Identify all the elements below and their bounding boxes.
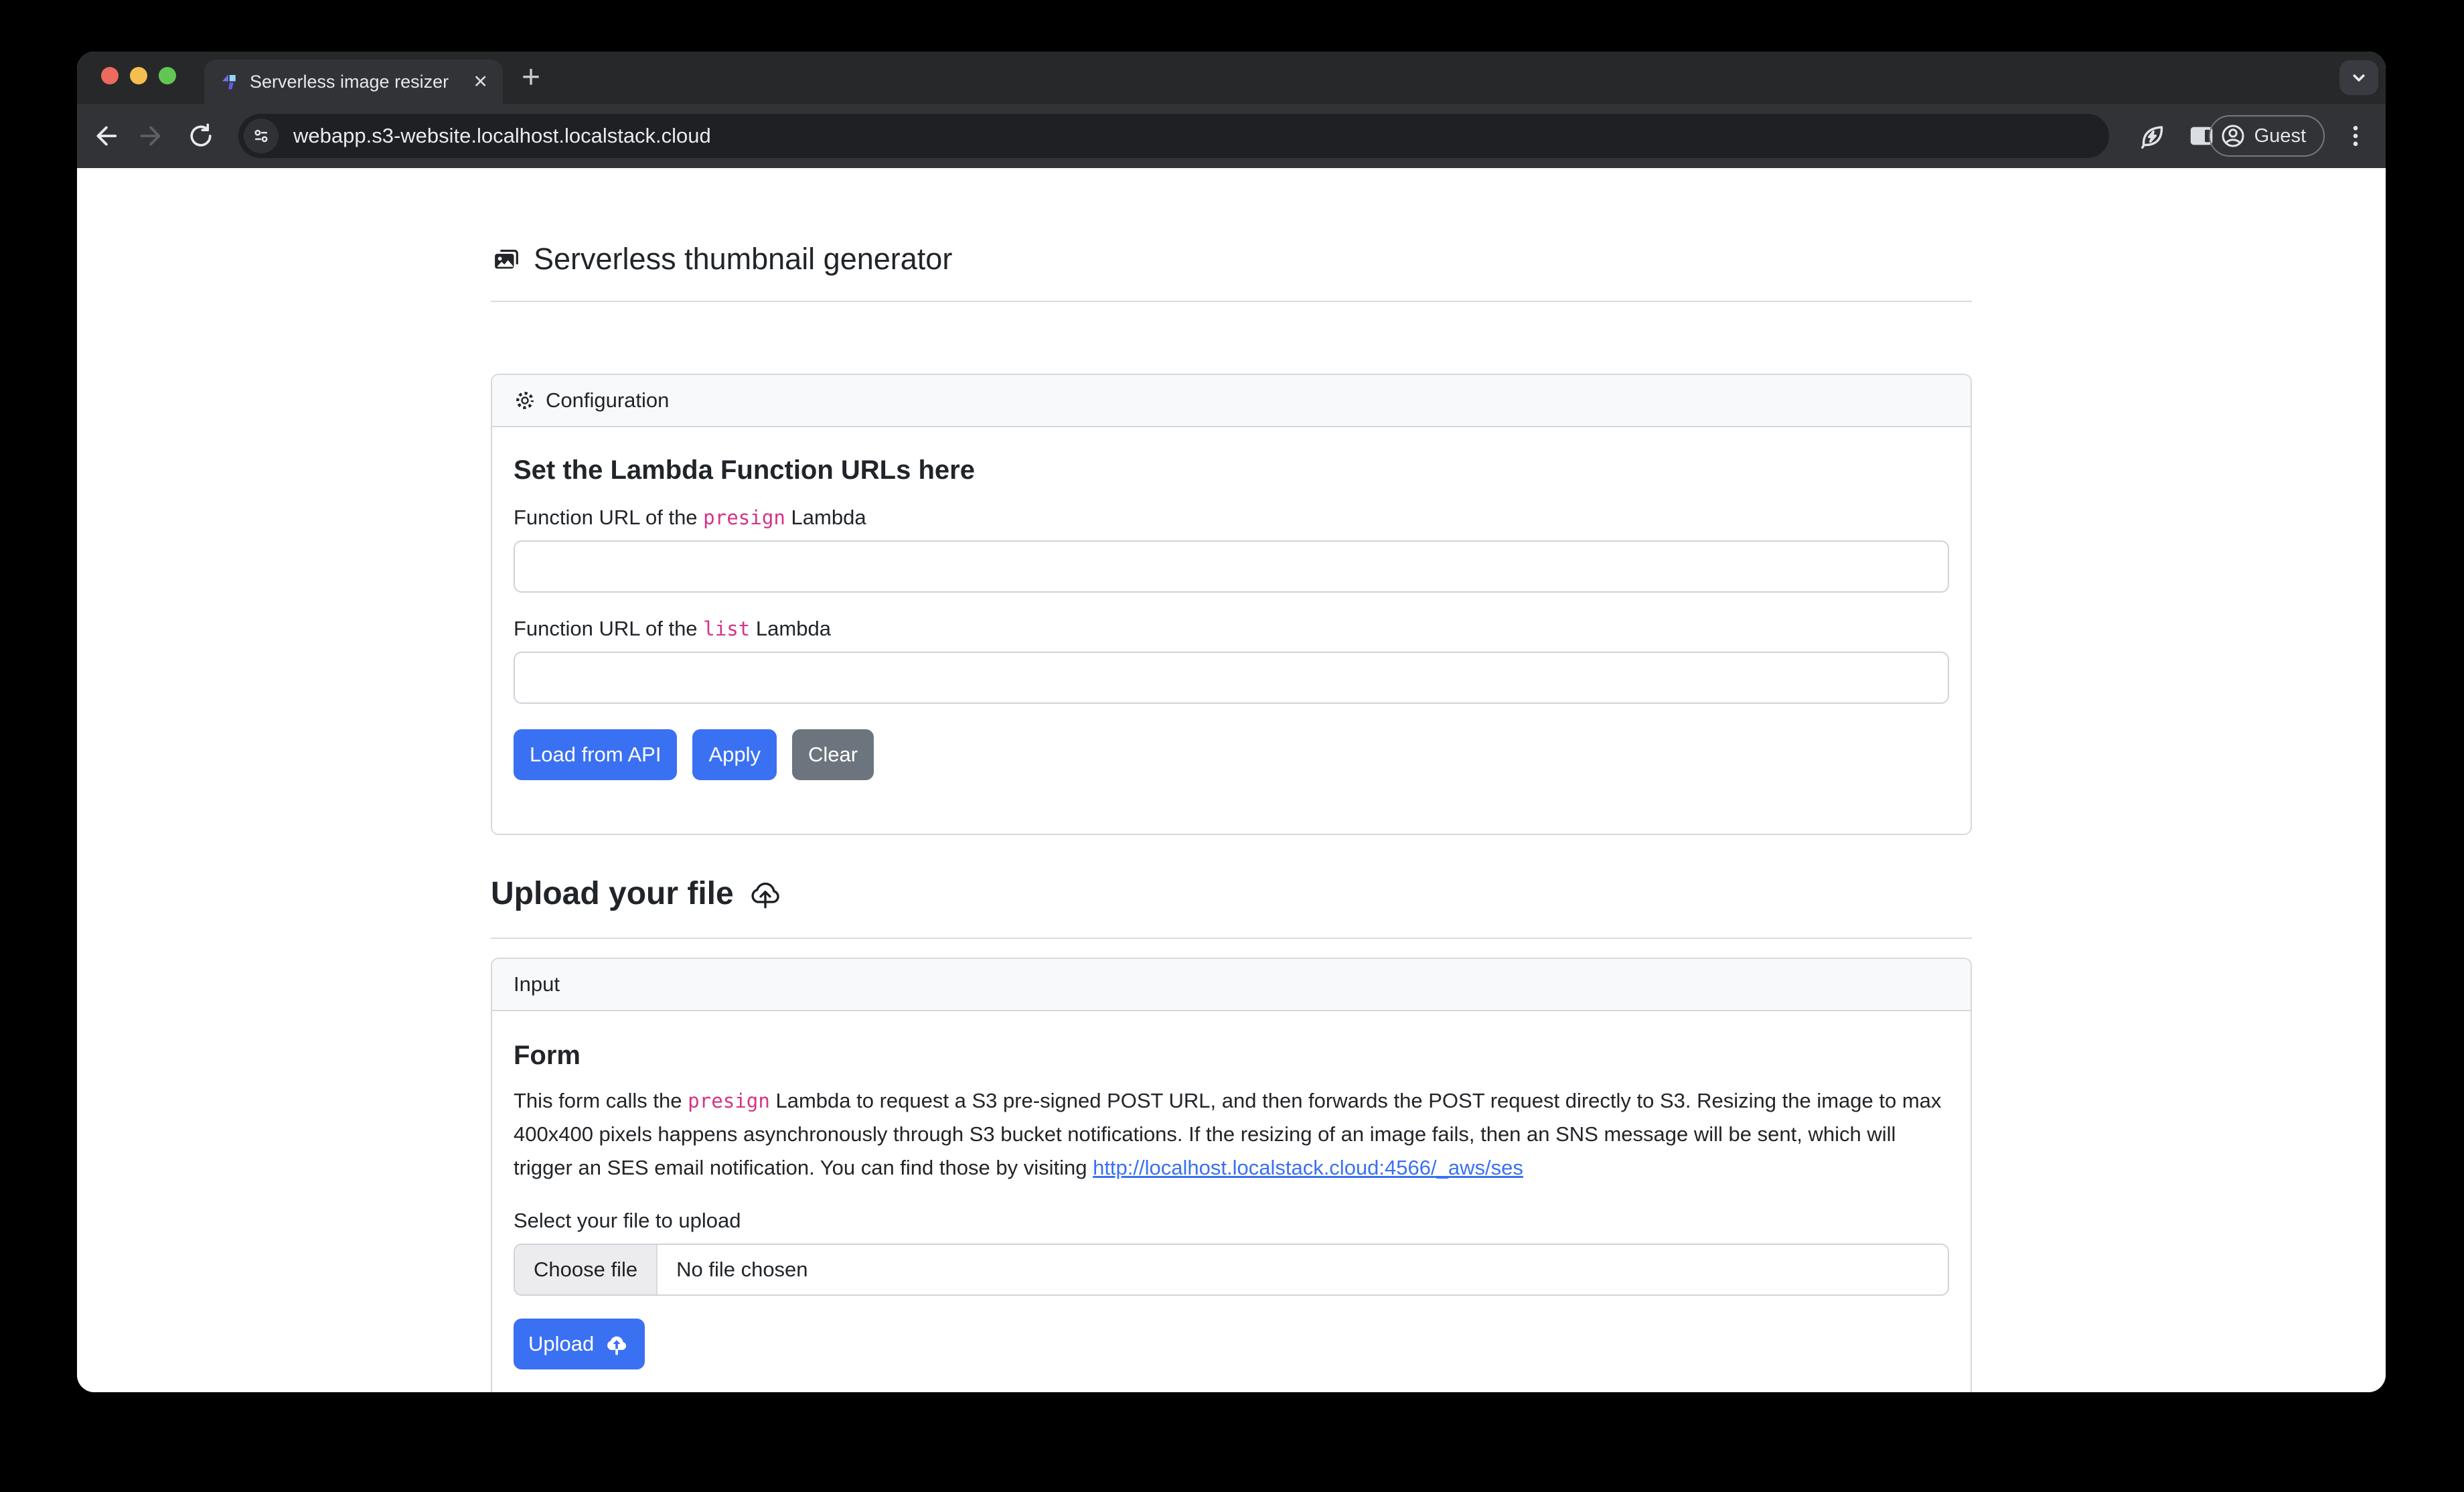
configuration-card-title: Configuration <box>546 388 669 413</box>
profile-label: Guest <box>2254 125 2306 147</box>
desc-presign-code: presign <box>688 1090 770 1112</box>
url-text: webapp.s3-website.localhost.localstack.c… <box>293 124 711 148</box>
performance-button[interactable] <box>2137 121 2168 151</box>
configuration-card: Configuration Set the Lambda Function UR… <box>491 374 1972 835</box>
presign-url-input[interactable] <box>514 540 1949 593</box>
file-select-label: Select your file to upload <box>514 1209 1949 1233</box>
tune-icon <box>251 126 271 146</box>
list-code: list <box>703 617 750 640</box>
form-heading: Form <box>514 1041 1949 1071</box>
choose-file-button[interactable]: Choose file <box>515 1245 658 1294</box>
config-button-row: Load from API Apply Clear <box>514 729 1949 780</box>
back-button[interactable] <box>89 121 120 151</box>
minimize-window-button[interactable] <box>130 67 147 84</box>
chevron-down-icon <box>2347 66 2371 90</box>
clear-button[interactable]: Clear <box>792 729 874 780</box>
tab-search-button[interactable] <box>2339 60 2378 95</box>
tab-strip: Serverless image resizer ✕ + <box>77 52 2386 104</box>
screenshot-background: Serverless image resizer ✕ + <box>0 0 2464 1492</box>
configuration-card-header: Configuration <box>492 375 1971 427</box>
presign-label-prefix: Function URL of the <box>514 506 703 529</box>
desc-part-1: This form calls the <box>514 1089 688 1112</box>
page-title-row: Serverless thumbnail generator <box>491 242 1972 277</box>
profile-button[interactable]: Guest <box>2209 115 2325 157</box>
browser-tab[interactable]: Serverless image resizer ✕ <box>204 60 503 104</box>
page-title: Serverless thumbnail generator <box>534 242 952 277</box>
list-url-input[interactable] <box>514 652 1949 704</box>
input-card-title: Input <box>514 972 560 996</box>
config-heading: Set the Lambda Function URLs here <box>514 455 1949 486</box>
cloud-upload-icon <box>747 876 783 912</box>
traffic-lights <box>101 67 176 84</box>
apply-button[interactable]: Apply <box>692 729 777 780</box>
tab-favicon <box>219 72 239 92</box>
site-settings-button[interactable] <box>244 119 279 153</box>
reload-icon <box>186 121 216 151</box>
browser-toolbar: webapp.s3-website.localhost.localstack.c… <box>77 104 2386 168</box>
input-card-header: Input <box>492 959 1971 1011</box>
close-window-button[interactable] <box>101 67 119 84</box>
input-card: Input Form This form calls the presign L… <box>491 958 1972 1392</box>
url-bar[interactable]: webapp.s3-website.localhost.localstack.c… <box>238 114 2109 158</box>
browser-menu-button[interactable] <box>2340 121 2371 151</box>
configuration-card-body: Set the Lambda Function URLs here Functi… <box>492 427 1971 834</box>
zoom-window-button[interactable] <box>159 67 176 84</box>
list-label-suffix: Lambda <box>750 617 831 640</box>
upload-section-heading-row: Upload your file <box>491 875 1972 912</box>
new-tab-button[interactable]: + <box>514 58 548 96</box>
presign-code: presign <box>703 506 785 529</box>
ses-link[interactable]: http://localhost.localstack.cloud:4566/_… <box>1093 1156 1523 1179</box>
title-divider <box>491 301 1972 302</box>
upload-button-label: Upload <box>528 1332 594 1356</box>
list-url-label: Function URL of the list Lambda <box>514 617 1949 641</box>
back-arrow-icon <box>89 121 120 151</box>
three-dots-icon <box>2341 121 2370 151</box>
load-from-api-button[interactable]: Load from API <box>514 729 677 780</box>
presign-url-label: Function URL of the presign Lambda <box>514 506 1949 530</box>
list-label-prefix: Function URL of the <box>514 617 703 640</box>
upload-divider <box>491 938 1972 939</box>
forward-arrow-icon <box>137 121 168 151</box>
upload-section-heading: Upload your file <box>491 875 734 912</box>
forward-button[interactable] <box>137 121 168 151</box>
form-description: This form calls the presign Lambda to re… <box>514 1084 1949 1185</box>
page-content: Serverless thumbnail generator Configura… <box>77 168 2386 1392</box>
upload-button[interactable]: Upload <box>514 1319 645 1369</box>
reload-button[interactable] <box>185 121 216 151</box>
browser-window: Serverless image resizer ✕ + <box>77 52 2386 1392</box>
file-input[interactable]: Choose file No file chosen <box>514 1244 1949 1296</box>
page-container: Serverless thumbnail generator Configura… <box>491 168 1972 1392</box>
close-tab-icon[interactable]: ✕ <box>473 72 488 92</box>
file-status-text: No file chosen <box>658 1245 807 1294</box>
tab-title: Serverless image resizer <box>250 72 466 92</box>
cloud-upload-fill-icon <box>603 1331 630 1357</box>
person-circle-icon <box>2220 123 2246 149</box>
energy-saver-leaf-icon <box>2137 121 2168 151</box>
gear-icon <box>514 389 536 412</box>
images-icon <box>491 244 522 275</box>
input-card-body: Form This form calls the presign Lambda … <box>492 1011 1971 1392</box>
presign-label-suffix: Lambda <box>785 506 866 529</box>
